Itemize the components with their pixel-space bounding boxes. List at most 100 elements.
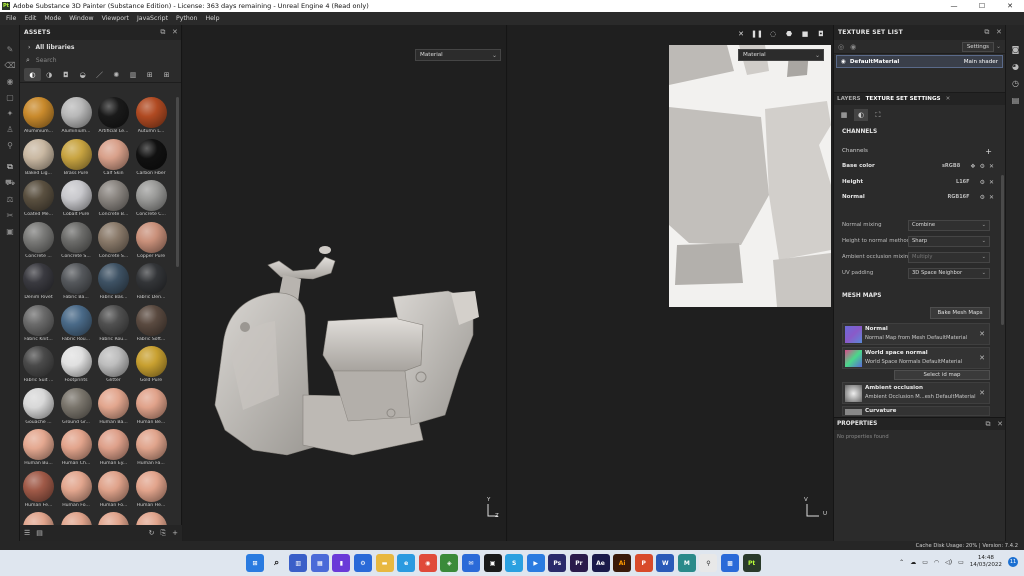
list-view-icon[interactable]: ☰ xyxy=(24,529,30,537)
asset-thumbnail[interactable]: Artificial Le... xyxy=(95,95,132,136)
asset-thumbnail[interactable]: Human Ey... xyxy=(95,427,132,468)
filter-environment-icon[interactable]: ▥ xyxy=(125,68,142,81)
settings-app-icon[interactable]: ⚙ xyxy=(353,554,372,572)
filter-textures-icon[interactable]: ⊞ xyxy=(141,68,158,81)
cube-icon[interactable]: ⬣ xyxy=(781,27,797,41)
viewport-3d[interactable]: Material ⌄ Y Z xyxy=(183,25,507,541)
keyboard-icon[interactable]: ▭ xyxy=(922,559,928,566)
asset-thumbnail[interactable]: Human Fe... xyxy=(20,469,57,510)
menu-edit[interactable]: Edit xyxy=(24,15,36,22)
display-settings-icon[interactable]: ◙ xyxy=(1006,41,1024,58)
battery-icon[interactable]: ▭ xyxy=(958,559,964,566)
maps-icon[interactable]: ◈ xyxy=(440,554,459,572)
start-icon[interactable]: ⊞ xyxy=(246,554,264,572)
assets-scrollbar[interactable] xyxy=(176,97,179,267)
annotation-icon[interactable]: ✂ xyxy=(0,207,20,223)
asset-thumbnail[interactable]: Concrete S... xyxy=(58,220,95,261)
channel-format[interactable]: sRGB8 xyxy=(942,163,960,169)
bake-mesh-maps-button[interactable]: Bake Mesh Maps xyxy=(930,307,990,319)
paint-brush-icon[interactable]: ✎ xyxy=(0,41,20,57)
asset-thumbnail[interactable]: Autumn L... xyxy=(133,95,170,136)
filter-brushes-icon[interactable]: ／ xyxy=(91,68,108,81)
gear-icon[interactable]: ⚙ xyxy=(980,179,985,186)
camera-icon[interactable]: ■ xyxy=(797,27,813,41)
mesh-map-ambient-occlusion[interactable]: Ambient occlusion Ambient Occlusion M...… xyxy=(842,382,990,404)
asset-thumbnail[interactable]: Fabric Soft... xyxy=(133,303,170,344)
menu-viewport[interactable]: Viewport xyxy=(102,15,129,22)
menu-window[interactable]: Window xyxy=(69,15,93,22)
add-channel-icon[interactable]: + xyxy=(985,147,992,156)
close-tab-icon[interactable]: ✕ xyxy=(946,96,951,102)
refresh-icon[interactable]: ↻ xyxy=(149,529,155,538)
eye-icon[interactable]: ◉ xyxy=(850,43,856,51)
menu-help[interactable]: Help xyxy=(205,15,219,22)
filter-filters-icon[interactable]: ◒ xyxy=(74,68,91,81)
channel-row-normal[interactable]: Normal RGB16F ⚙ ✕ xyxy=(842,191,994,203)
asset-thumbnail[interactable]: Glitter xyxy=(95,344,132,385)
geometry-mask-icon[interactable]: ▢ xyxy=(0,89,20,105)
close-icon[interactable]: ✕ xyxy=(979,330,985,338)
log-icon[interactable]: ▤ xyxy=(1006,92,1024,109)
search-input[interactable]: Search xyxy=(36,57,57,64)
color-picker-icon[interactable]: ⚲ xyxy=(0,137,20,153)
asset-thumbnail[interactable]: Aluminium... xyxy=(20,95,57,136)
channel-format[interactable]: RGB16F xyxy=(947,194,969,200)
asset-thumbnail[interactable]: Human Fa... xyxy=(133,427,170,468)
texture-set-item[interactable]: ◉ DefaultMaterial Main shader xyxy=(836,55,1003,68)
color-chart-icon[interactable]: ❖ xyxy=(970,163,975,170)
eraser-icon[interactable]: ⌫ xyxy=(0,57,20,73)
asset-thumbnail[interactable]: Concrete C... xyxy=(133,178,170,219)
asset-thumbnail[interactable]: Copper Pure xyxy=(133,220,170,261)
add-icon[interactable]: + xyxy=(172,529,178,538)
library-selector[interactable]: › All libraries xyxy=(20,40,181,54)
channel-format[interactable]: L16F xyxy=(956,179,970,185)
filter-materials-icon[interactable]: ◐ xyxy=(24,68,41,81)
viewport-2d[interactable]: ✕ ❚❚ ◌ ⬣ ■ ◘ Material ⌄ V U xyxy=(508,25,833,541)
asset-thumbnail[interactable]: Cobalt Pure xyxy=(58,178,95,219)
menu-mode[interactable]: Mode xyxy=(44,15,61,22)
asset-thumbnail[interactable]: Fabric Knit... xyxy=(20,303,57,344)
adobe-express-icon[interactable]: Ae xyxy=(591,554,610,572)
search-icon[interactable]: ⌕ xyxy=(268,554,286,572)
powerpoint-icon[interactable]: P xyxy=(634,554,653,572)
gear-icon[interactable]: ⚙ xyxy=(980,163,985,170)
asset-thumbnail[interactable]: Human Ba... xyxy=(95,386,132,427)
mail-icon[interactable]: ✉ xyxy=(461,554,480,572)
asset-thumbnail[interactable]: Fabric Suit ... xyxy=(20,344,57,385)
material-settings-icon[interactable]: ◐ xyxy=(854,109,868,121)
asset-thumbnail[interactable]: Ground Gr... xyxy=(58,386,95,427)
mesh-map-normal[interactable]: Normal Normal Map from Mesh DefaultMater… xyxy=(842,323,990,345)
asset-thumbnail[interactable]: Coated Me... xyxy=(20,178,57,219)
asset-thumbnail[interactable]: Baked Lig... xyxy=(20,137,57,178)
asset-thumbnail[interactable]: Fabric Bas... xyxy=(95,261,132,302)
viewport-2d-material-select[interactable]: Material ⌄ xyxy=(738,49,824,61)
widgets-icon[interactable]: ▦ xyxy=(310,554,329,572)
mesh-map-world-space-normal[interactable]: World space normal World Space Normals D… xyxy=(842,347,990,369)
notification-badge[interactable]: 11 xyxy=(1008,557,1018,567)
designer-icon[interactable]: ▩ xyxy=(721,554,740,572)
settings-dropdown[interactable]: Settings xyxy=(961,41,994,52)
import-icon[interactable]: ⎘ xyxy=(161,529,167,538)
close-icon[interactable]: ✕ xyxy=(979,354,985,362)
asset-thumbnail[interactable]: Gouache ... xyxy=(20,386,57,427)
file-explorer-icon[interactable]: ▬ xyxy=(375,554,394,572)
asset-search[interactable]: ⌕ Search xyxy=(20,54,181,67)
asset-thumbnail[interactable]: Human Be... xyxy=(133,386,170,427)
filter-particles-icon[interactable]: ✺ xyxy=(108,68,125,81)
select-id-map-button[interactable]: Select id map xyxy=(894,370,990,380)
asset-thumbnail[interactable]: Footprints xyxy=(58,344,95,385)
visibility-icon[interactable]: ◎ xyxy=(838,43,844,51)
folder-icon[interactable]: ▤ xyxy=(36,529,43,537)
task-view-icon[interactable]: ▥ xyxy=(289,554,308,572)
measure-icon[interactable]: ⚖ xyxy=(0,191,20,207)
projection-icon[interactable]: ◉ xyxy=(0,73,20,89)
maximize-icon[interactable]: ☐ xyxy=(968,0,996,12)
close-icon[interactable]: ✕ xyxy=(989,194,994,201)
bake-icon[interactable]: ⛟ xyxy=(0,175,20,191)
eye-icon[interactable]: ◉ xyxy=(841,59,846,65)
clone-icon[interactable]: ♙ xyxy=(0,121,20,137)
asset-thumbnail[interactable]: Concrete B... xyxy=(95,178,132,219)
asset-thumbnail[interactable]: Human Fo... xyxy=(95,469,132,510)
mesh-map-curvature[interactable]: Curvature xyxy=(842,406,990,416)
gear-icon[interactable]: ⚙ xyxy=(980,194,985,201)
